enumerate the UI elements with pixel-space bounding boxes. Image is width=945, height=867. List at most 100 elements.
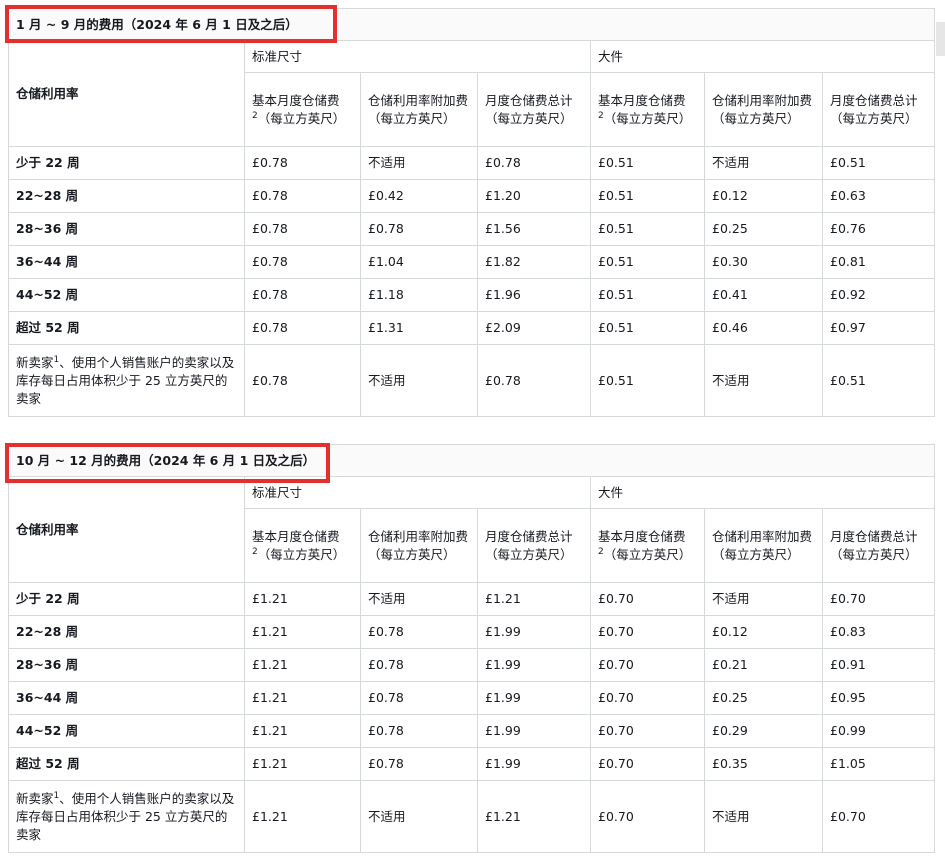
table-row: 22~28 周 £1.21 £0.78 £1.99 £0.70 £0.12 £0.83 xyxy=(8,615,935,649)
fee-cell: £0.83 xyxy=(822,615,935,649)
column-header-text: 基本月度仓储费 xyxy=(598,528,686,544)
row-label: 28~36 周 xyxy=(8,212,245,246)
fee-cell: £1.20 xyxy=(477,179,591,213)
fee-cell: £0.51 xyxy=(590,146,705,180)
fee-cell: 不适用 xyxy=(704,146,823,180)
row-label: 36~44 周 xyxy=(8,681,245,715)
table-row: 44~52 周 £0.78 £1.18 £1.96 £0.51 £0.41 £0.92 xyxy=(8,278,935,312)
fee-cell: 不适用 xyxy=(704,780,823,853)
table-row: 36~44 周 £1.21 £0.78 £1.99 £0.70 £0.25 £0.95 xyxy=(8,681,935,715)
row-label: 44~52 周 xyxy=(8,714,245,748)
fee-cell: £0.51 xyxy=(590,278,705,312)
fee-cell: £2.09 xyxy=(477,311,591,345)
row-label: 22~28 周 xyxy=(8,615,245,649)
column-header-unit: （每立方英尺） xyxy=(603,110,692,126)
fee-cell: £0.12 xyxy=(704,615,823,649)
fee-cell: £0.63 xyxy=(822,179,935,213)
fee-cell: £0.70 xyxy=(590,582,705,616)
fee-cell: £1.05 xyxy=(822,747,935,781)
column-header-unit: （每立方英尺） xyxy=(257,110,346,126)
fee-cell: 不适用 xyxy=(704,344,823,417)
column-header-text: 基本月度仓储费 xyxy=(252,528,340,544)
row-label: 超过 52 周 xyxy=(8,747,245,781)
table-row: 28~36 周 £0.78 £0.78 £1.56 £0.51 £0.25 £0.76 xyxy=(8,212,935,246)
fee-cell: £0.25 xyxy=(704,212,823,246)
table-row: 少于 22 周 £0.78 不适用 £0.78 £0.51 不适用 £0.51 xyxy=(8,146,935,180)
row-header: 仓储利用率 xyxy=(8,476,245,583)
fee-cell: £0.51 xyxy=(822,344,935,417)
fee-cell: £0.46 xyxy=(704,311,823,345)
fee-cell: £0.78 xyxy=(477,344,591,417)
new-seller-text: 新卖家 xyxy=(16,354,54,370)
row-label: 22~28 周 xyxy=(8,179,245,213)
fee-cell: £1.96 xyxy=(477,278,591,312)
fee-cell: £0.78 xyxy=(360,212,478,246)
column-header: 月度仓储费总计（每立方英尺） xyxy=(477,508,591,583)
fees-section-oct-dec: 10 月 ~ 12 月的费用（2024 年 6 月 1 日及之后） 仓储利用率 … xyxy=(8,444,935,853)
fee-cell: £0.42 xyxy=(360,179,478,213)
fee-cell: £0.29 xyxy=(704,714,823,748)
column-header: 月度仓储费总计（每立方英尺） xyxy=(822,508,935,583)
fee-cell: £0.78 xyxy=(360,648,478,682)
fee-cell: £0.12 xyxy=(704,179,823,213)
fee-cell: £1.21 xyxy=(244,780,361,853)
fee-cell: £1.18 xyxy=(360,278,478,312)
fee-cell: £1.04 xyxy=(360,245,478,279)
table-row: 44~52 周 £1.21 £0.78 £1.99 £0.70 £0.29 £0.99 xyxy=(8,714,935,748)
table-row: 36~44 周 £0.78 £1.04 £1.82 £0.51 £0.30 £0.81 xyxy=(8,245,935,279)
table-row-new-seller: 新卖家1、使用个人销售账户的卖家以及库存每日占用体积少于 25 立方英尺的卖家 £… xyxy=(8,344,935,417)
column-header: 基本月度仓储费 2（每立方英尺） xyxy=(244,508,361,583)
table-row: 超过 52 周 £0.78 £1.31 £2.09 £0.51 £0.46 £0.97 xyxy=(8,311,935,345)
column-header: 仓储利用率附加费（每立方英尺） xyxy=(360,72,478,147)
fee-cell: 不适用 xyxy=(360,146,478,180)
fee-cell: £1.31 xyxy=(360,311,478,345)
group-header-oversize: 大件 xyxy=(590,476,935,509)
group-header-standard: 标准尺寸 xyxy=(244,40,591,73)
fee-cell: 不适用 xyxy=(360,582,478,616)
fee-cell: £0.51 xyxy=(590,245,705,279)
fee-cell: £1.21 xyxy=(477,582,591,616)
fee-cell: £0.91 xyxy=(822,648,935,682)
column-header-text: 基本月度仓储费 xyxy=(252,92,340,108)
fee-cell: £0.78 xyxy=(244,212,361,246)
fee-cell: £1.21 xyxy=(244,747,361,781)
fee-cell: £1.21 xyxy=(244,714,361,748)
fee-cell: £0.78 xyxy=(244,278,361,312)
fee-cell: £1.99 xyxy=(477,681,591,715)
table-row-new-seller: 新卖家1、使用个人销售账户的卖家以及库存每日占用体积少于 25 立方英尺的卖家 £… xyxy=(8,780,935,853)
column-header: 仓储利用率附加费（每立方英尺） xyxy=(704,508,823,583)
fee-cell: £0.35 xyxy=(704,747,823,781)
fee-cell: £0.30 xyxy=(704,245,823,279)
column-header: 基本月度仓储费 2（每立方英尺） xyxy=(244,72,361,147)
column-header-text: 基本月度仓储费 xyxy=(598,92,686,108)
row-label: 36~44 周 xyxy=(8,245,245,279)
fee-cell: £0.41 xyxy=(704,278,823,312)
fee-cell: £0.70 xyxy=(590,780,705,853)
fee-cell: £1.21 xyxy=(477,780,591,853)
column-header-unit: （每立方英尺） xyxy=(257,546,346,562)
new-seller-text: 新卖家 xyxy=(16,790,54,806)
fee-cell: £0.70 xyxy=(590,714,705,748)
row-label-new-seller: 新卖家1、使用个人销售账户的卖家以及库存每日占用体积少于 25 立方英尺的卖家 xyxy=(8,344,245,417)
fee-cell: £0.92 xyxy=(822,278,935,312)
fee-cell: £1.21 xyxy=(244,615,361,649)
fee-cell: £0.78 xyxy=(360,681,478,715)
fee-cell: £0.78 xyxy=(244,311,361,345)
fee-cell: £0.51 xyxy=(590,212,705,246)
fee-cell: £0.95 xyxy=(822,681,935,715)
fee-cell: £1.21 xyxy=(244,582,361,616)
fee-cell: £0.51 xyxy=(822,146,935,180)
row-label: 44~52 周 xyxy=(8,278,245,312)
fee-cell: £0.97 xyxy=(822,311,935,345)
fees-section-jan-sep: 1 月 ~ 9 月的费用（2024 年 6 月 1 日及之后） 仓储利用率 标准… xyxy=(8,8,935,417)
group-header-standard: 标准尺寸 xyxy=(244,476,591,509)
row-label: 28~36 周 xyxy=(8,648,245,682)
fee-cell: £0.78 xyxy=(360,747,478,781)
fee-cell: £0.78 xyxy=(360,714,478,748)
column-header: 月度仓储费总计（每立方英尺） xyxy=(822,72,935,147)
scrollbar-thumb[interactable] xyxy=(936,22,945,56)
fee-cell: £0.70 xyxy=(590,747,705,781)
fee-cell: £0.70 xyxy=(590,648,705,682)
table-title: 10 月 ~ 12 月的费用（2024 年 6 月 1 日及之后） xyxy=(8,444,935,477)
row-label: 超过 52 周 xyxy=(8,311,245,345)
